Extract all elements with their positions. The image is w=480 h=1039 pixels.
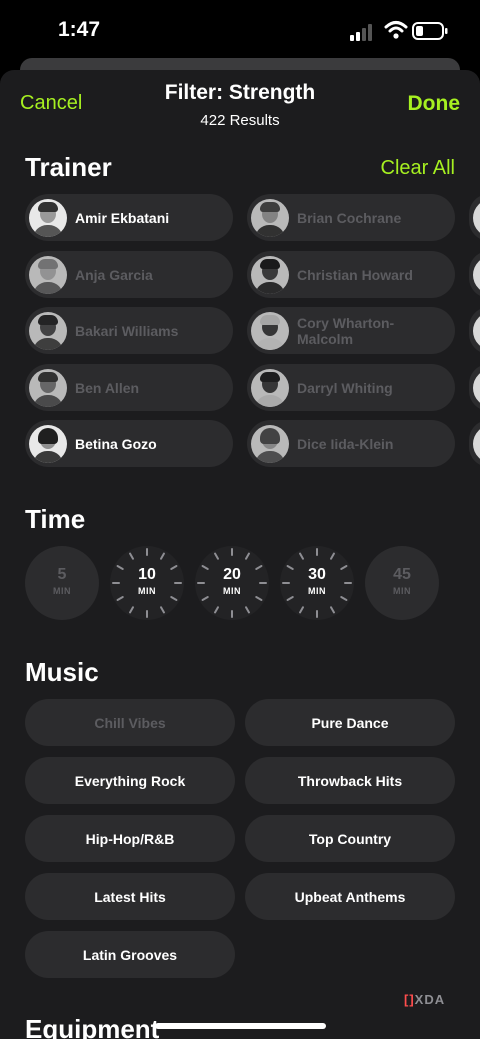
music-section-title: Music [25,657,99,687]
time-value: 10 [138,566,156,583]
trainer-name: Betina Gozo [75,435,157,452]
trainer-chip-partial[interactable] [469,364,480,411]
trainer-chip[interactable]: Amir Ekbatani [25,194,233,241]
trainer-name: Dice Iida-Klein [297,435,394,452]
trainer-chip-partial[interactable] [469,251,480,298]
music-chip[interactable]: Pure Dance [245,699,455,746]
music-chip[interactable]: Hip-Hop/R&B [25,815,235,862]
clear-all-button[interactable]: Clear All [381,157,455,180]
trainer-avatar [29,311,67,350]
wifi-icon [384,20,408,40]
status-time: 1:47 [58,18,101,41]
music-chip[interactable]: Latest Hits [25,873,235,920]
status-bar: 1:47 [0,0,480,62]
done-button[interactable]: Done [408,92,461,116]
trainer-name: Christian Howard [297,266,413,283]
trainer-avatar [251,424,289,463]
filter-sheet: Cancel Filter: Strength 422 Results Done… [0,70,480,1039]
time-unit: MIN [138,586,156,596]
trainer-chip[interactable]: Dice Iida-Klein [247,420,455,467]
time-option-5[interactable]: 5 MIN [25,546,99,620]
trainer-avatar [29,368,67,407]
time-value: 5 [57,566,67,583]
music-chip[interactable]: Latin Grooves [25,931,235,978]
time-unit: MIN [393,586,411,596]
time-unit: MIN [308,586,326,596]
trainer-avatar [251,368,289,407]
time-option-10[interactable]: 10 MIN [110,546,184,620]
trainer-chip-partial[interactable] [469,307,480,354]
trainer-name: Brian Cochrane [297,209,402,226]
trainer-chip[interactable]: Brian Cochrane [247,194,455,241]
music-chip[interactable]: Upbeat Anthems [245,873,455,920]
trainer-chip-partial[interactable] [469,420,480,467]
trainer-chip[interactable]: Christian Howard [247,251,455,298]
cellular-signal-icon [350,23,376,41]
trainer-name: Anja Garcia [75,266,153,283]
music-chip[interactable]: Everything Rock [25,757,235,804]
trainer-chip[interactable]: Betina Gozo [25,420,233,467]
battery-icon [412,22,448,40]
trainer-name: Ben Allen [75,379,140,396]
time-value: 45 [393,566,411,583]
trainer-name: Amir Ekbatani [75,209,170,226]
time-value: 30 [308,566,326,583]
trainer-avatar [29,198,67,237]
time-section-title: Time [25,504,86,534]
time-option-30[interactable]: 30 MIN [280,546,354,620]
trainer-avatar [251,311,289,350]
time-unit: MIN [53,586,71,596]
watermark-logo: []XDA [404,992,446,1007]
trainer-chip[interactable]: Ben Allen [25,364,233,411]
trainer-avatar [29,255,67,294]
time-option-45[interactable]: 45 MIN [365,546,439,620]
trainer-avatar [251,198,289,237]
trainer-section-title: Trainer [25,152,112,182]
trainer-name: Cory Wharton- Malcolm [297,314,395,347]
trainer-chip[interactable]: Cory Wharton- Malcolm [247,307,455,354]
trainer-chip-partial[interactable] [469,194,480,241]
time-unit: MIN [223,586,241,596]
trainer-chip[interactable]: Anja Garcia [25,251,233,298]
music-chip[interactable]: Top Country [245,815,455,862]
trainer-name: Darryl Whiting [297,379,393,396]
home-indicator[interactable] [155,1023,326,1029]
time-value: 20 [223,566,241,583]
equipment-section-title: Equipment [25,1014,160,1039]
trainer-chip[interactable]: Darryl Whiting [247,364,455,411]
music-chip[interactable]: Chill Vibes [25,699,235,746]
music-chip[interactable]: Throwback Hits [245,757,455,804]
trainer-avatar [29,424,67,463]
trainer-name: Bakari Williams [75,322,179,339]
trainer-avatar [251,255,289,294]
time-option-20[interactable]: 20 MIN [195,546,269,620]
trainer-chip[interactable]: Bakari Williams [25,307,233,354]
